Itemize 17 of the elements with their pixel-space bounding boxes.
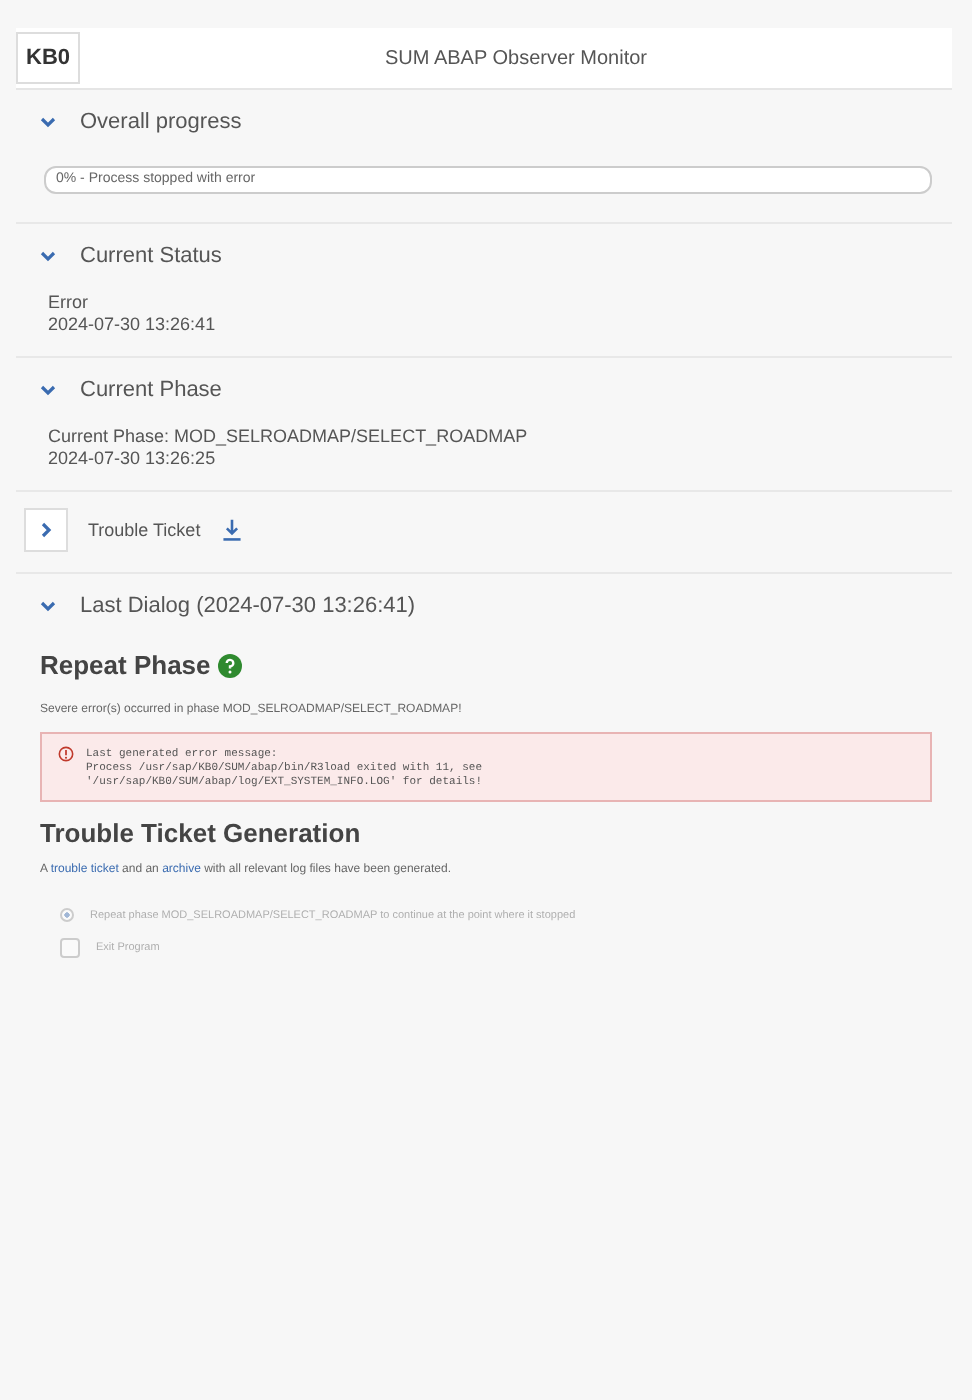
- section-title: Current Phase: [80, 378, 222, 402]
- section-title: Last Dialog (2024-07-30 13:26:41): [80, 594, 416, 618]
- section-title: Overall progress: [80, 110, 242, 134]
- status-text: 2024-07-30 13:26:41: [48, 314, 218, 336]
- window-title: SUM ABAP Observer Monitor: [383, 47, 649, 69]
- logo: KB0: [16, 32, 81, 84]
- status-text: 2024-07-30 13:26:25: [48, 448, 218, 470]
- expand-button[interactable]: [24, 508, 68, 552]
- section-title: Current Status: [80, 244, 222, 268]
- download-icon[interactable]: [220, 518, 245, 542]
- status-text: Current Phase: MOD_SELROADMAP/SELECT_ROADMAP: [48, 426, 530, 448]
- dialog-heading: Trouble Ticket Generation: [40, 818, 363, 848]
- error-icon: [58, 746, 74, 762]
- dialog-heading: Repeat Phase: [40, 650, 211, 680]
- help-icon[interactable]: [218, 653, 243, 677]
- status-text: Error: [48, 292, 90, 314]
- section-title: Trouble Ticket: [88, 520, 201, 540]
